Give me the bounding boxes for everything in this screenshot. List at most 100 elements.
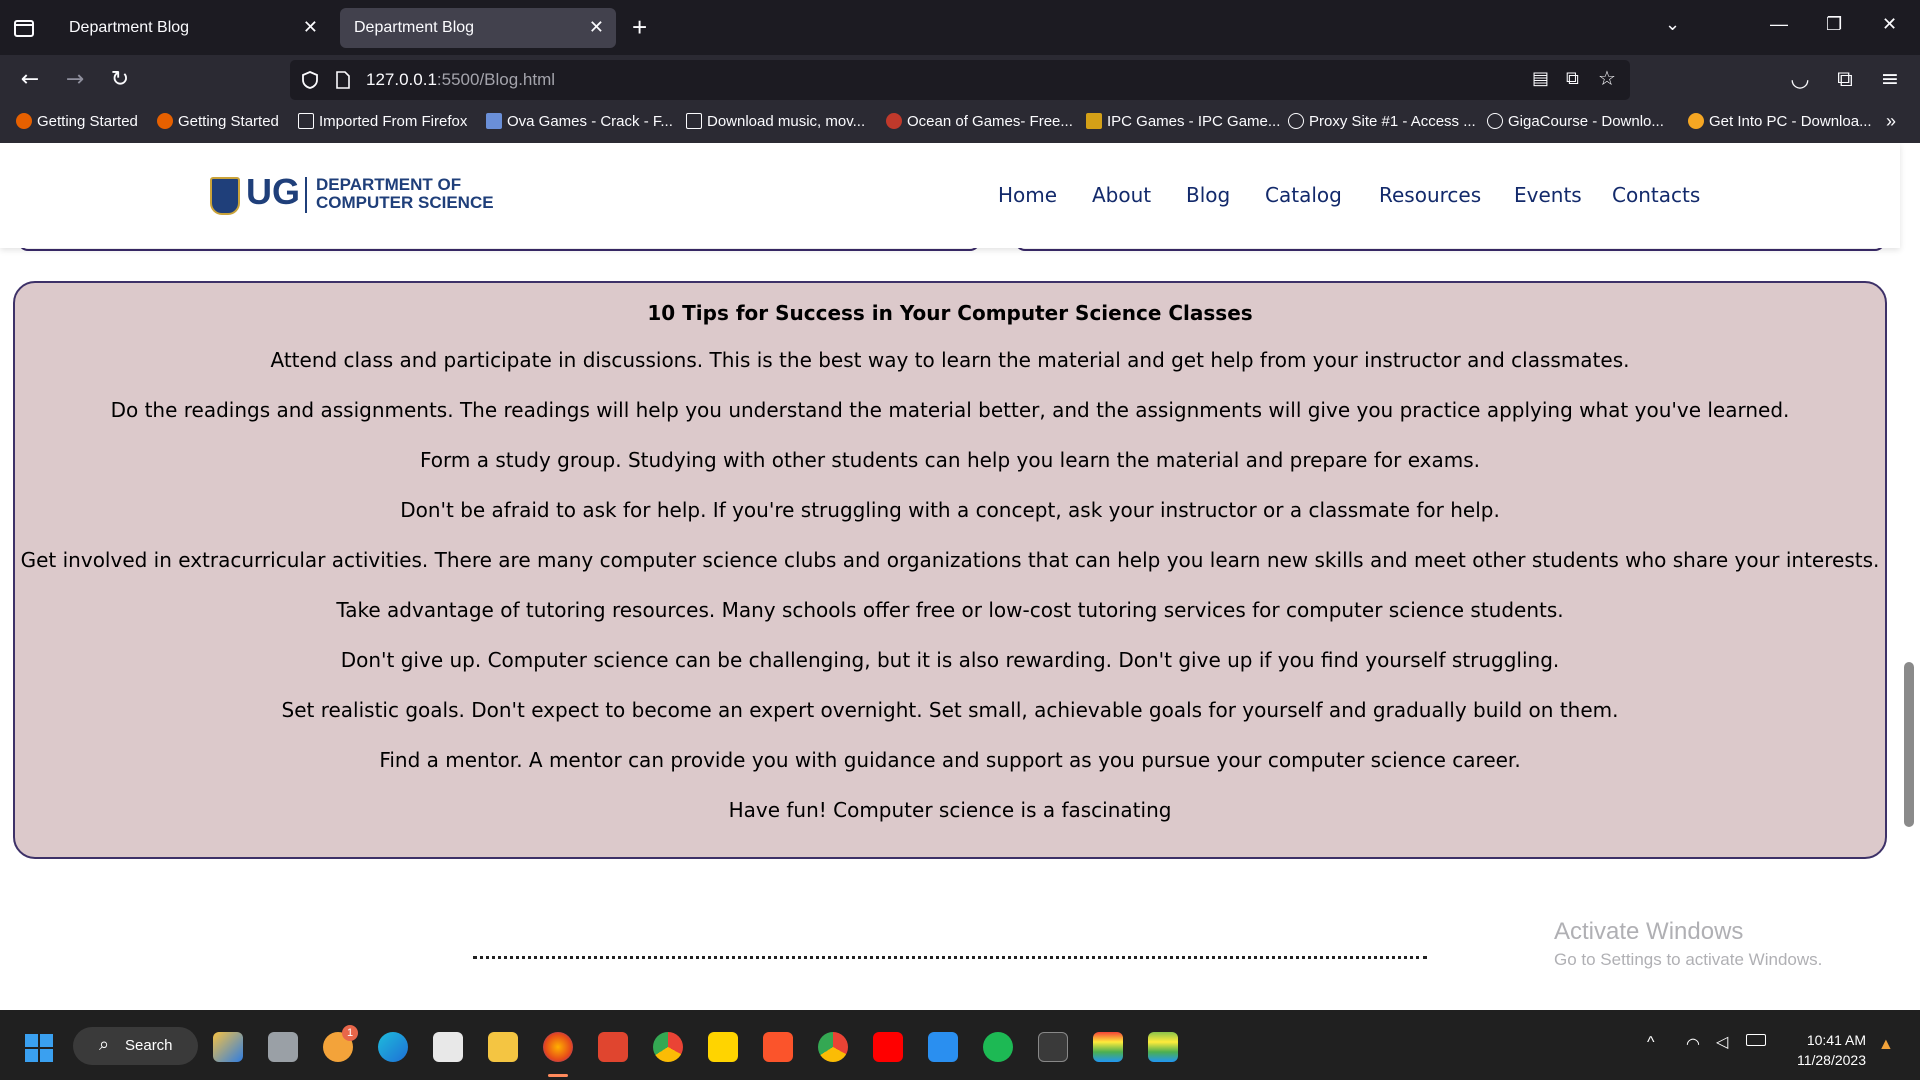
nav-blog[interactable]: Blog <box>1186 183 1230 207</box>
tip-4: Don't be afraid to ask for help. If you'… <box>400 498 1500 522</box>
tip-3: Form a study group. Studying with other … <box>419 448 1480 472</box>
logo-department-name[interactable]: DEPARTMENT OF COMPUTER SCIENCE <box>316 176 494 212</box>
terminal-icon[interactable] <box>1038 1032 1068 1062</box>
spotify-icon[interactable] <box>983 1032 1013 1062</box>
tab-department-blog-2[interactable]: Department Blog ✕ <box>340 8 616 48</box>
taskbar-search[interactable]: ⌕ Search <box>73 1027 198 1065</box>
minimize-icon[interactable]: — <box>1770 14 1788 35</box>
bookmark-getting-started[interactable]: Getting Started <box>16 113 138 130</box>
tab-list-icon[interactable] <box>12 16 36 40</box>
extensions-icon[interactable]: ⧉ <box>1832 67 1858 93</box>
url-bar[interactable]: 127.0.0.1:5500/Blog.html ▤ ⧉ ☆ <box>290 60 1630 100</box>
firefox-icon <box>157 113 173 129</box>
ocean-of-games-icon <box>886 113 902 129</box>
chrome-profile-icon[interactable] <box>818 1032 848 1062</box>
tip-1: Attend class and participate in discussi… <box>270 348 1630 372</box>
folder-icon <box>298 113 314 129</box>
tab-bar: Department Blog ✕ Department Blog ✕ + ⌄ … <box>0 0 1920 55</box>
bookmarks-toolbar: Getting Started Getting Started Imported… <box>0 105 1920 143</box>
menu-icon[interactable]: ≡ <box>1877 67 1903 93</box>
youtube-icon[interactable] <box>873 1032 903 1062</box>
scrollbar-thumb[interactable] <box>1904 662 1914 827</box>
nav-about[interactable]: About <box>1092 183 1151 207</box>
task-view-icon[interactable] <box>268 1032 298 1062</box>
reload-icon[interactable]: ↻ <box>107 67 133 93</box>
bookmark-label: Download music, mov... <box>707 113 866 130</box>
bookmark-folder-imported[interactable]: Imported From Firefox <box>298 113 467 130</box>
firefox-taskbar-icon[interactable] <box>543 1032 573 1062</box>
page-icon <box>336 71 350 89</box>
monitor-icon <box>686 113 702 129</box>
url-host: 127.0.0.1 <box>366 70 437 89</box>
bluestacks-icon[interactable] <box>1093 1032 1123 1062</box>
notifications-bell-icon[interactable]: ▲ <box>1878 1036 1894 1054</box>
windows-start-icon[interactable] <box>25 1034 53 1062</box>
nav-resources[interactable]: Resources <box>1379 183 1481 207</box>
app-icon-red[interactable] <box>598 1032 628 1062</box>
file-explorer-icon[interactable] <box>488 1032 518 1062</box>
forward-icon[interactable]: → <box>62 67 88 93</box>
globe-icon <box>1288 113 1304 129</box>
bookmark-ova-games[interactable]: Ova Games - Crack - F... <box>486 113 673 130</box>
close-window-icon[interactable]: ✕ <box>1882 14 1897 35</box>
list-all-tabs-icon[interactable]: ⌄ <box>1665 14 1680 35</box>
bookmarks-overflow-icon[interactable]: » <box>1886 111 1896 132</box>
firefox-icon <box>16 113 32 129</box>
reader-view-icon[interactable]: ▤ <box>1532 68 1549 89</box>
clock[interactable]: 10:41 AM 11/28/2023 <box>1790 1032 1866 1068</box>
bookmark-get-into-pc[interactable]: Get Into PC - Downloa... <box>1688 113 1872 130</box>
volume-icon[interactable]: ◁ <box>1716 1032 1728 1052</box>
nav-events[interactable]: Events <box>1514 183 1582 207</box>
brave-icon[interactable] <box>763 1032 793 1062</box>
dotted-divider <box>473 956 1427 959</box>
pocket-icon[interactable]: ◡ <box>1787 67 1813 93</box>
bookmark-label: Imported From Firefox <box>319 113 468 130</box>
search-label: Search <box>125 1037 173 1054</box>
picture-in-picture-icon[interactable]: ⧉ <box>1566 68 1579 89</box>
bookmark-download-music[interactable]: Download music, mov... <box>686 113 865 130</box>
get-into-pc-icon <box>1688 113 1704 129</box>
search-icon: ⌕ <box>99 1034 110 1054</box>
restore-icon[interactable]: ❐ <box>1826 14 1842 35</box>
bookmark-getting-started-2[interactable]: Getting Started <box>157 113 279 130</box>
tab-department-blog-1[interactable]: Department Blog ✕ <box>55 8 330 48</box>
logo-ug[interactable]: UG <box>246 171 300 213</box>
wifi-icon[interactable]: ◠ <box>1686 1034 1700 1054</box>
shield-icon[interactable] <box>300 70 320 90</box>
show-hidden-icons-icon[interactable]: ^ <box>1647 1034 1655 1052</box>
bookmark-gigacourse[interactable]: GigaCourse - Downlo... <box>1487 113 1664 130</box>
logo-line-2: COMPUTER SCIENCE <box>316 193 494 212</box>
microsoft-store-icon[interactable] <box>433 1032 463 1062</box>
close-tab-icon[interactable]: ✕ <box>589 17 604 38</box>
copilot-icon[interactable] <box>213 1032 243 1062</box>
nav-home[interactable]: Home <box>998 183 1057 207</box>
windows-taskbar: ⌕ Search 1 ^ ◠ ◁ 10:41 AM 11/28/2023 ▲ <box>0 1010 1920 1080</box>
page-scrollbar[interactable] <box>1900 143 1920 1010</box>
active-app-indicator <box>548 1074 568 1077</box>
tab-title: Department Blog <box>354 19 475 36</box>
bookmark-ipc-games[interactable]: IPC Games - IPC Game... <box>1086 113 1280 130</box>
vscode-icon[interactable] <box>928 1032 958 1062</box>
bookmark-ocean-of-games[interactable]: Ocean of Games- Free... <box>886 113 1073 130</box>
bookmark-label: Getting Started <box>178 113 279 130</box>
bookmark-star-icon[interactable]: ☆ <box>1598 66 1616 90</box>
back-icon[interactable]: ← <box>17 67 43 93</box>
nav-contacts[interactable]: Contacts <box>1612 183 1700 207</box>
bluestacks-x-icon[interactable] <box>1148 1032 1178 1062</box>
edge-icon[interactable] <box>378 1032 408 1062</box>
blog-post-card: 10 Tips for Success in Your Computer Sci… <box>13 281 1887 859</box>
bookmark-label: IPC Games - IPC Game... <box>1107 113 1281 130</box>
page-viewport: UG DEPARTMENT OF COMPUTER SCIENCE Home A… <box>0 143 1920 1010</box>
url-text[interactable]: 127.0.0.1:5500/Blog.html <box>366 70 555 90</box>
sticky-notes-icon[interactable] <box>708 1032 738 1062</box>
nav-catalog[interactable]: Catalog <box>1265 183 1342 207</box>
tip-9: Find a mentor. A mentor can provide you … <box>379 748 1521 772</box>
bookmark-label: Proxy Site #1 - Access ... <box>1309 113 1476 130</box>
battery-icon[interactable] <box>1746 1034 1766 1046</box>
chrome-icon[interactable] <box>653 1032 683 1062</box>
new-tab-button[interactable]: + <box>632 12 647 43</box>
close-tab-icon[interactable]: ✕ <box>303 17 318 38</box>
bookmark-proxy-site[interactable]: Proxy Site #1 - Access ... <box>1288 113 1476 130</box>
tab-title: Department Blog <box>69 19 190 36</box>
url-path: :5500/Blog.html <box>436 70 556 89</box>
